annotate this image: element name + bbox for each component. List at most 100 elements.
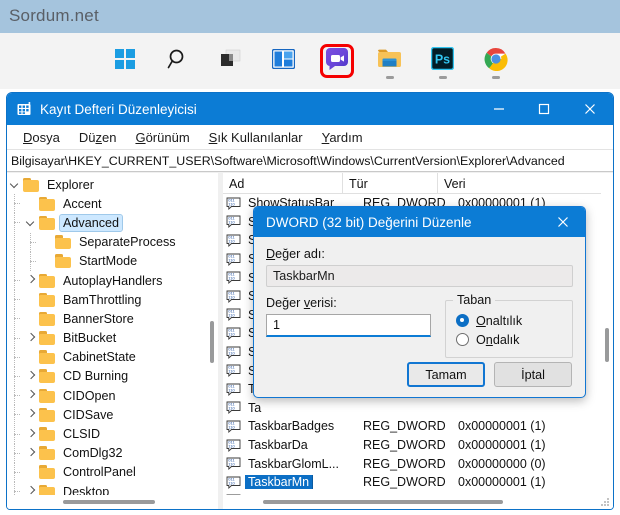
- taskbar-item-photoshop[interactable]: Ps: [426, 42, 460, 80]
- svg-text:110: 110: [228, 387, 235, 392]
- tree-guide: [7, 194, 23, 214]
- radio-selected-icon[interactable]: [456, 314, 469, 327]
- tree-item-comdlg32[interactable]: ComDlg32: [7, 443, 210, 463]
- tree-vscroll-thumb[interactable]: [210, 321, 214, 363]
- dword-value-icon: 011110: [226, 197, 241, 210]
- address-bar[interactable]: Bilgisayar\HKEY_CURRENT_USER\Software\Mi…: [7, 150, 613, 172]
- tree-item-bitbucket[interactable]: BitBucket: [7, 328, 210, 348]
- table-row[interactable]: 011 110 TaskbarBadges REG_DWORD 0x00000001 (…: [223, 417, 613, 436]
- chevron-right-icon[interactable]: [23, 386, 39, 405]
- chevron-right-icon[interactable]: [23, 271, 39, 290]
- tree-vertical-scrollbar[interactable]: [206, 173, 218, 495]
- chevron-right-icon[interactable]: [23, 329, 39, 348]
- chevron-right-icon[interactable]: [23, 444, 39, 463]
- tree-item-bamthrottling[interactable]: BamThrottling: [7, 290, 210, 310]
- table-row[interactable]: 011 110 TaskbarMn REG_DWORD 0x00000001 (1): [223, 473, 613, 492]
- tree-guide: [7, 424, 23, 444]
- folder-icon: [55, 254, 72, 269]
- value-data-input[interactable]: 1: [266, 314, 431, 337]
- tree-item-accent[interactable]: Accent: [7, 194, 210, 214]
- value-data-cell: 0x00000001 (1): [458, 438, 546, 453]
- minimize-button[interactable]: [476, 93, 521, 125]
- menu-item-label: osya: [32, 130, 60, 145]
- dialog-close-button[interactable]: [541, 207, 585, 237]
- taskbar-item-start[interactable]: [108, 42, 142, 80]
- tree-item-cabinetstate[interactable]: CabinetState: [7, 347, 210, 367]
- resize-grip-icon[interactable]: [600, 497, 611, 508]
- tree-guide: [7, 462, 23, 482]
- value-name-cell: TaskbarMn: [245, 475, 363, 490]
- folder-icon: [39, 331, 56, 346]
- menu-item-duzen[interactable]: Düzen: [71, 127, 128, 147]
- tree-item-cidsave[interactable]: CIDSave: [7, 405, 210, 425]
- tree-item-separateprocess[interactable]: SeparateProcess: [7, 232, 210, 252]
- tree-item-label: CLSID: [63, 427, 101, 442]
- dialog-title: DWORD (32 bit) Değerini Düzenle: [266, 214, 472, 230]
- tree-hscroll-thumb[interactable]: [63, 500, 155, 504]
- window-titlebar[interactable]: Kayıt Defteri Düzenleyicisi: [7, 93, 613, 125]
- tree-item-label: CIDOpen: [63, 388, 116, 403]
- tree-item-startmode[interactable]: StartMode: [7, 251, 210, 271]
- chevron-right-icon[interactable]: [23, 425, 39, 444]
- dword-value-icon: 011110: [226, 327, 241, 340]
- column-header-veri[interactable]: Veri: [438, 173, 613, 194]
- menu-bar: Dosya Düzen Görünüm Sık Kullanılanlar Ya…: [7, 125, 613, 150]
- value-data-cell: 0x00000000 (0): [458, 456, 546, 471]
- ok-button[interactable]: Tamam: [407, 362, 485, 387]
- menu-accel: Y: [321, 130, 330, 145]
- tree-item-cd-burning[interactable]: CD Burning: [7, 366, 210, 386]
- values-vscroll-thumb[interactable]: [605, 328, 609, 362]
- tree-item-controlpanel[interactable]: ControlPanel: [7, 462, 210, 482]
- menu-item-sik-kullanilanlar[interactable]: Sık Kullanılanlar: [201, 127, 314, 147]
- dword-value-icon: 011110: [226, 290, 241, 303]
- menu-accel: G: [135, 130, 146, 145]
- values-horizontal-scrollbar[interactable]: [223, 495, 613, 509]
- taskbar-running-indicator: [491, 76, 500, 79]
- tree-item-cidopen[interactable]: CIDOpen: [7, 386, 210, 406]
- chevron-right-icon[interactable]: [23, 367, 39, 386]
- value-name-cell: TaskbarBadges: [248, 419, 335, 434]
- column-header-ad[interactable]: Ad: [223, 173, 343, 194]
- menu-item-gorunum[interactable]: Görünüm: [127, 127, 200, 147]
- column-header-tur[interactable]: Tür: [343, 173, 438, 194]
- taskbar-item-chat[interactable]: [319, 42, 354, 80]
- svg-text:110: 110: [228, 239, 235, 244]
- site-banner: Sordum.net: [0, 0, 620, 33]
- radio-unselected-icon[interactable]: [456, 333, 469, 346]
- taskbar-item-file-explorer[interactable]: [373, 42, 407, 80]
- menu-item-dosya[interactable]: Dosya: [15, 127, 71, 147]
- chevron-down-icon[interactable]: [7, 175, 23, 194]
- chevron-down-icon[interactable]: [23, 213, 39, 232]
- tree-item-clsid[interactable]: CLSID: [7, 424, 210, 444]
- values-hscroll-thumb[interactable]: [263, 500, 503, 504]
- table-row[interactable]: 011 110 TaskbarGlomL... REG_DWORD 0x00000000…: [223, 454, 613, 473]
- dword-value-icon: 011110: [226, 457, 241, 471]
- taskbar-item-chrome[interactable]: [479, 42, 513, 80]
- dword-value-icon: 011110: [226, 308, 241, 322]
- table-row[interactable]: 011110 Ta: [223, 399, 613, 418]
- tree-item-explorer[interactable]: Explorer: [7, 175, 210, 194]
- value-name-input[interactable]: TaskbarMn: [266, 265, 573, 287]
- tree-item-autoplayhandlers[interactable]: AutoplayHandlers: [7, 271, 210, 291]
- maximize-button[interactable]: [521, 93, 566, 125]
- taskbar-item-search[interactable]: [161, 42, 195, 80]
- menu-item-yardim[interactable]: Yardım: [314, 127, 374, 147]
- taskbar-item-widgets[interactable]: [267, 42, 301, 80]
- values-vertical-scrollbar[interactable]: [601, 173, 613, 495]
- tree-horizontal-scrollbar[interactable]: [7, 495, 218, 509]
- radio-option-ondalik[interactable]: Ondalık: [456, 330, 564, 349]
- close-button[interactable]: [566, 93, 613, 125]
- chevron-right-icon[interactable]: [23, 405, 39, 424]
- menu-accel: S: [208, 130, 218, 145]
- dialog-titlebar[interactable]: DWORD (32 bit) Değerini Düzenle: [254, 207, 585, 237]
- cancel-button[interactable]: İptal: [494, 362, 572, 387]
- tree-item-bannerstore[interactable]: BannerStore: [7, 309, 210, 329]
- task-view-icon: [220, 49, 242, 74]
- radio-option-onaltilik[interactable]: Onaltılık: [456, 311, 564, 330]
- tree-item-advanced[interactable]: Advanced: [7, 213, 210, 233]
- tree-item-label: AutoplayHandlers: [63, 273, 163, 288]
- taskbar-item-task-view[interactable]: [214, 42, 248, 80]
- table-row[interactable]: 011 110 TaskbarDa REG_DWORD 0x00000001 (1): [223, 436, 613, 455]
